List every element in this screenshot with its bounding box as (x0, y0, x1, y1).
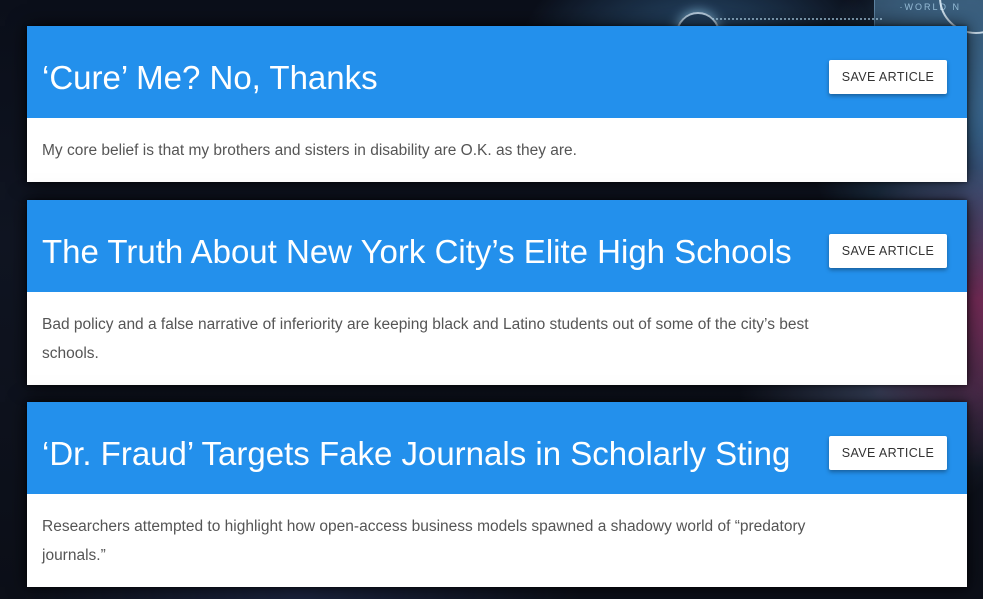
article-card-body: Bad policy and a false narrative of infe… (27, 292, 967, 385)
article-card-body: My core belief is that my brothers and s… (27, 118, 967, 182)
article-card: ‘Cure’ Me? No, Thanks SAVE ARTICLE My co… (27, 26, 967, 182)
save-article-button[interactable]: SAVE ARTICLE (829, 436, 947, 470)
article-card-header: ‘Cure’ Me? No, Thanks SAVE ARTICLE (27, 26, 967, 118)
article-card: The Truth About New York City’s Elite Hi… (27, 200, 967, 385)
article-card-body: Researchers attempted to highlight how o… (27, 494, 967, 587)
article-card: ‘Dr. Fraud’ Targets Fake Journals in Sch… (27, 402, 967, 587)
save-article-button[interactable]: SAVE ARTICLE (829, 234, 947, 268)
article-summary: My core belief is that my brothers and s… (42, 142, 577, 159)
save-article-button[interactable]: SAVE ARTICLE (829, 60, 947, 94)
article-title: ‘Dr. Fraud’ Targets Fake Journals in Sch… (42, 435, 791, 472)
article-title: The Truth About New York City’s Elite Hi… (42, 233, 792, 270)
article-card-header: ‘Dr. Fraud’ Targets Fake Journals in Sch… (27, 402, 967, 494)
article-title: ‘Cure’ Me? No, Thanks (42, 59, 378, 96)
background-panel-text: ·WORLD N (899, 2, 961, 12)
article-summary: Researchers attempted to highlight how o… (42, 518, 806, 564)
article-card-header: The Truth About New York City’s Elite Hi… (27, 200, 967, 292)
article-summary: Bad policy and a false narrative of infe… (42, 316, 809, 362)
background-dotted-line (712, 18, 882, 20)
